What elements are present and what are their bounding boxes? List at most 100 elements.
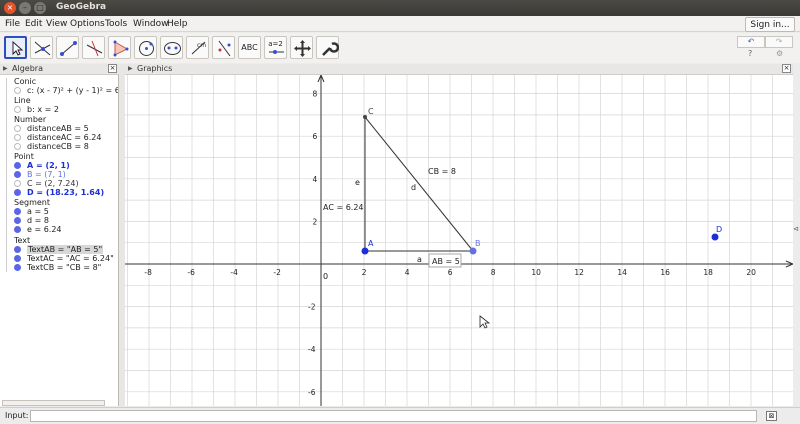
slider-icon	[269, 50, 284, 54]
point-c[interactable]	[363, 115, 367, 119]
visibility-toggle[interactable]	[14, 226, 21, 233]
conic-tool[interactable]	[160, 36, 183, 59]
menu-view[interactable]: View	[46, 19, 67, 29]
text-cb[interactable]: CB = 8	[428, 167, 456, 176]
collapse-triangle-icon[interactable]: ▶	[128, 65, 133, 72]
menu-help[interactable]: Help	[167, 19, 188, 29]
graphics-view-title: Graphics	[137, 64, 173, 73]
visibility-toggle[interactable]	[14, 246, 21, 253]
label-segment-d: d	[411, 183, 416, 192]
algebra-item-text: distanceAC = 6.24	[27, 133, 102, 142]
x-tick-label: 16	[660, 268, 670, 277]
reflect-tool[interactable]	[212, 36, 235, 59]
visibility-toggle[interactable]	[14, 264, 21, 271]
move-arrows-icon	[294, 40, 311, 57]
move-tool[interactable]	[4, 36, 27, 59]
collapse-triangle-icon[interactable]: ▶	[3, 65, 8, 72]
y-tick-label: 2	[313, 217, 318, 226]
label-segment-a: a	[417, 255, 422, 264]
algebra-item-text: A = (2, 1)	[27, 161, 70, 170]
label-a: A	[368, 239, 374, 248]
close-algebra-view-icon[interactable]: ×	[108, 64, 117, 73]
visibility-toggle[interactable]	[14, 106, 21, 113]
algebra-item-text: d = 8	[27, 216, 49, 225]
x-tick-label: 2	[362, 268, 367, 277]
window-minimize-button[interactable]: –	[19, 2, 31, 14]
menu-file[interactable]: File	[5, 19, 20, 29]
input-keyboard-icon[interactable]: ⊠	[766, 411, 777, 421]
resize-handle-icon[interactable]: ⊲	[793, 225, 799, 233]
circle-tool[interactable]	[134, 36, 157, 59]
visibility-toggle[interactable]	[14, 217, 21, 224]
algebra-horizontal-scrollbar[interactable]	[2, 400, 105, 406]
angle-tool[interactable]: cm	[186, 36, 209, 59]
visibility-toggle[interactable]	[14, 125, 21, 132]
visibility-toggle[interactable]	[14, 143, 21, 150]
sign-in-button[interactable]: Sign in...	[745, 17, 795, 32]
x-tick-label: -2	[273, 268, 281, 277]
slider-tool[interactable]: a=2	[264, 36, 287, 59]
reflect-point-icon	[218, 40, 231, 57]
window-maximize-button[interactable]: □	[34, 2, 46, 14]
visibility-toggle[interactable]	[14, 134, 21, 141]
point-d[interactable]	[711, 233, 719, 241]
label-c: C	[368, 107, 374, 116]
label-d: D	[716, 225, 722, 234]
x-tick-label: 12	[574, 268, 584, 277]
arrow-cursor-icon	[12, 40, 24, 56]
redo-button[interactable]: ↷	[765, 36, 793, 48]
x-tick-label: -8	[144, 268, 152, 277]
menu-options[interactable]: Options	[70, 19, 105, 29]
help-icon[interactable]: ?	[748, 49, 752, 58]
visibility-toggle[interactable]	[14, 208, 21, 215]
y-tick-label: -2	[308, 303, 316, 312]
window-close-button[interactable]: ×	[4, 2, 16, 14]
menu-window[interactable]: Window	[133, 19, 169, 29]
algebra-item-text: b: x = 2	[27, 105, 59, 114]
x-tick-label: -6	[187, 268, 195, 277]
graphics-canvas[interactable]: -8-6-4-22468101214161820 8642-2-4-6-8 0 …	[125, 74, 794, 406]
close-graphics-view-icon[interactable]: ×	[782, 64, 791, 73]
visibility-toggle[interactable]	[14, 171, 21, 178]
segment-d[interactable]	[364, 116, 474, 252]
algebra-item-text: TextCB = "CB = 8"	[27, 263, 102, 272]
point-b[interactable]	[469, 247, 477, 255]
group-number[interactable]: Number	[14, 115, 46, 124]
line-tool[interactable]	[56, 36, 79, 59]
visibility-toggle[interactable]	[14, 180, 21, 187]
gear-icon[interactable]: ⚙	[776, 49, 783, 58]
move-view-tool[interactable]	[290, 36, 313, 59]
text-ab[interactable]: AB = 5	[432, 257, 460, 266]
visibility-toggle[interactable]	[14, 87, 21, 94]
group-conic[interactable]: Conic	[14, 77, 36, 86]
graphics-view[interactable]: -8-6-4-22468101214161820 8642-2-4-6-8 0 …	[125, 74, 794, 406]
visibility-toggle[interactable]	[14, 189, 21, 196]
undo-button[interactable]: ↶	[737, 36, 765, 48]
algebra-item-text: c: (x - 7)² + (y - 1)² = 64	[27, 86, 119, 95]
customize-tool[interactable]	[316, 36, 339, 59]
visibility-toggle[interactable]	[14, 162, 21, 169]
group-text[interactable]: Text	[14, 236, 30, 245]
label-b: B	[475, 239, 481, 248]
perpendicular-tool[interactable]	[82, 36, 105, 59]
x-tick-labels: -8 -6 -4 -2 2 4 6 8 10 12 14 16 18 20	[144, 268, 756, 277]
y-tick-label: 4	[313, 175, 318, 184]
x-tick-label: 20	[746, 268, 756, 277]
algebra-item-text: distanceCB = 8	[27, 142, 89, 151]
point-tool[interactable]	[30, 36, 53, 59]
group-line[interactable]: Line	[14, 96, 31, 105]
group-point[interactable]: Point	[14, 152, 34, 161]
menu-tools[interactable]: Tools	[105, 19, 127, 29]
group-segment[interactable]: Segment	[14, 198, 50, 207]
visibility-toggle[interactable]	[14, 255, 21, 262]
input-field[interactable]	[30, 410, 757, 422]
polygon-icon	[113, 40, 129, 57]
polygon-tool[interactable]	[108, 36, 131, 59]
point-a[interactable]	[361, 247, 369, 255]
text-tool[interactable]: ABC	[238, 36, 261, 59]
text-ac[interactable]: AC = 6.24	[323, 203, 364, 212]
intersect-lines-icon	[34, 41, 51, 56]
algebra-item-text: D = (18.23, 1.64)	[27, 188, 105, 197]
algebra-view: Conic c: (x - 7)² + (y - 1)² = 64 Line b…	[0, 75, 119, 406]
menu-edit[interactable]: Edit	[25, 19, 42, 29]
